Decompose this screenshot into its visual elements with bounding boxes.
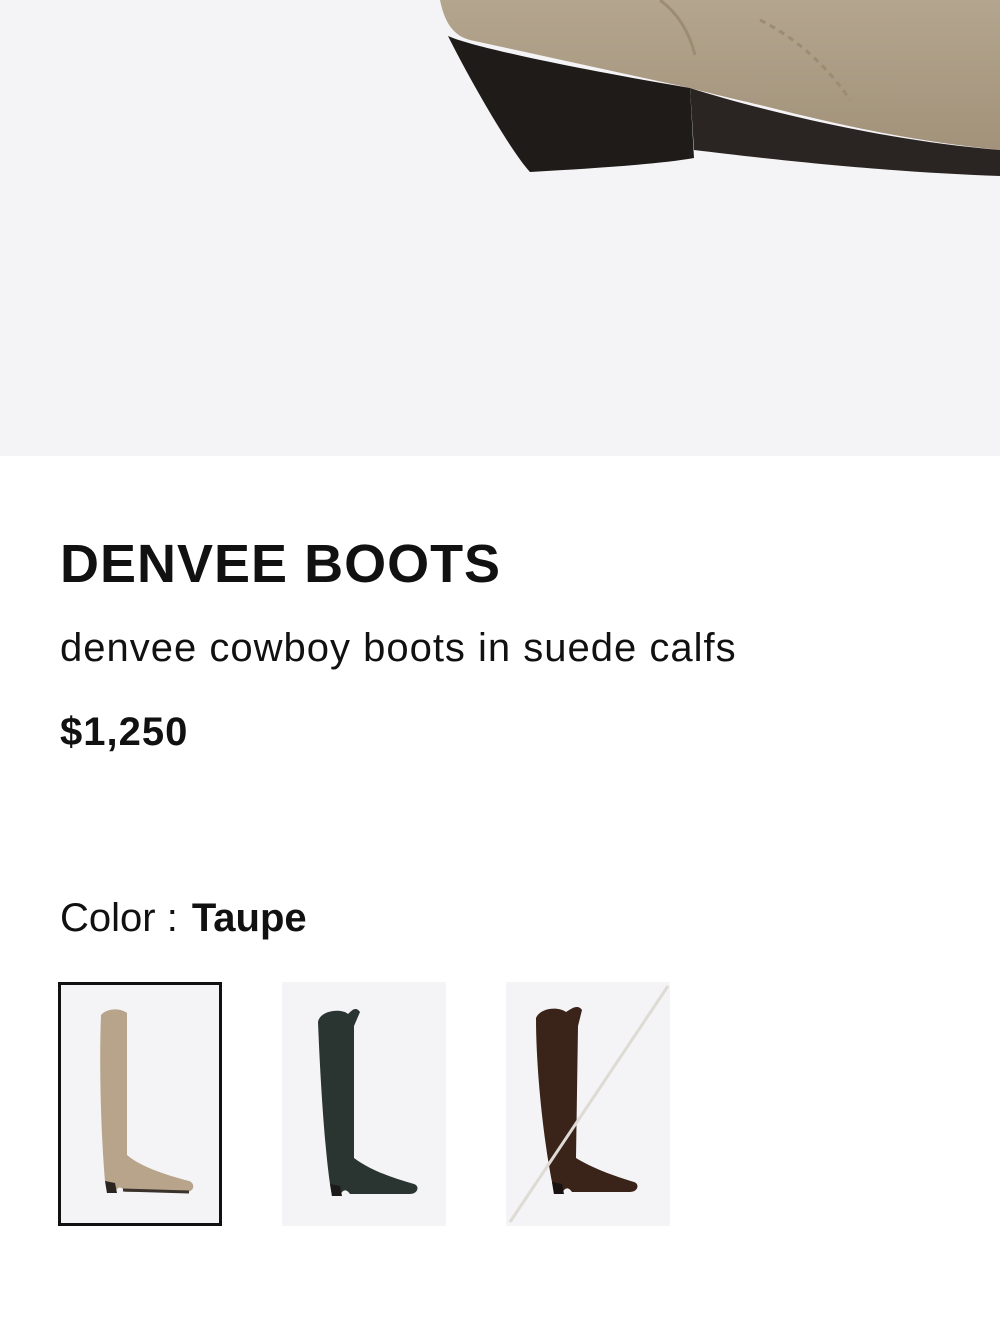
color-swatch-taupe[interactable] — [58, 982, 222, 1226]
color-swatch-brown-unavailable[interactable] — [506, 982, 670, 1226]
product-subtitle: denvee cowboy boots in suede calfs — [60, 626, 737, 670]
product-title: DENVEE BOOTS — [60, 534, 502, 594]
product-hero-image — [0, 0, 1000, 456]
selected-color-value: Taupe — [191, 896, 307, 940]
color-label: Color : — [60, 896, 178, 940]
color-swatch-dark-green[interactable] — [282, 982, 446, 1226]
color-selector-label: Color : Taupe — [60, 892, 307, 944]
product-price: $1,250 — [60, 710, 189, 754]
